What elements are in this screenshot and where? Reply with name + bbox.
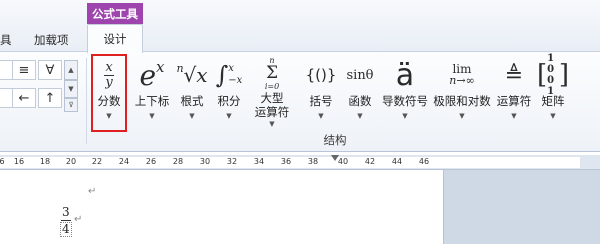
- ruler-tick: 6: [0, 157, 5, 166]
- equation-fraction[interactable]: 3 4: [60, 206, 72, 237]
- ruler-tick: 36: [280, 157, 292, 166]
- ruler-tick: 38: [307, 157, 319, 166]
- integral-button[interactable]: ∫ x −x 积分 ▼: [214, 56, 244, 128]
- symbol-gallery: ≡ ∀ ← ↑ ▲ ▼ ⊽: [0, 58, 84, 126]
- radical-label: 根式: [180, 94, 204, 108]
- gallery-scroll-up[interactable]: ▲: [64, 60, 78, 80]
- integral-icon: ∫ x −x: [215, 61, 243, 89]
- function-label: 函数: [348, 94, 372, 108]
- bracket-label: 括号: [309, 94, 333, 108]
- ruler-tick: 18: [39, 157, 51, 166]
- matrix-button[interactable]: [ 1 00 1 ] 矩阵 ▼: [537, 53, 569, 128]
- chevron-down-icon: ▼: [269, 120, 275, 128]
- ruler-tick: 28: [172, 157, 184, 166]
- script-button[interactable]: ex 上下标 ▼: [131, 56, 173, 128]
- ruler-tick: 22: [91, 157, 103, 166]
- gallery-scroll-down[interactable]: ▼: [64, 80, 78, 98]
- summation-icon: n Σ i=0: [264, 56, 280, 91]
- limit-icon: lim n→∞: [449, 62, 475, 87]
- ruler-tick: 40: [337, 157, 349, 166]
- chevron-down-icon: ▼: [318, 112, 324, 120]
- tab-addins[interactable]: 加载项: [34, 29, 69, 50]
- limit-log-button[interactable]: lim n→∞ 极限和对数 ▼: [431, 56, 493, 128]
- fraction-numerator[interactable]: 3: [62, 206, 70, 219]
- symbol-identical[interactable]: ≡: [12, 60, 36, 80]
- function-button[interactable]: sinθ 函数 ▼: [342, 56, 378, 128]
- accent-label: 导数符号: [382, 94, 428, 108]
- ruler-tick: 34: [253, 157, 265, 166]
- chevron-down-icon: ▼: [226, 112, 232, 120]
- ruler-tick: 46: [418, 157, 430, 166]
- paragraph-mark: ↵: [74, 214, 83, 225]
- large-operator-label: 大型 运算符: [254, 91, 290, 119]
- ribbon-tab-strip: 公式工具 具 加载项 设计: [0, 0, 600, 53]
- bracket-icon: {()}: [305, 66, 337, 84]
- chevron-down-icon: ▼: [511, 112, 517, 120]
- ruler-tick: 20: [65, 157, 77, 166]
- chevron-down-icon: ▼: [189, 112, 195, 120]
- structures-group-label: 结构: [323, 133, 347, 147]
- fraction-denominator[interactable]: 4: [60, 222, 72, 237]
- ruler-tick: 42: [364, 157, 376, 166]
- chevron-down-icon: ▼: [149, 112, 155, 120]
- symbol-up-arrow[interactable]: ↑: [38, 88, 62, 108]
- symbol-for-all[interactable]: ∀: [38, 60, 62, 80]
- integral-label: 积分: [217, 94, 241, 108]
- fraction-highlight-box: [91, 54, 127, 132]
- script-label: 上下标: [134, 94, 170, 108]
- equation-ribbon: ≡ ∀ ← ↑ ▲ ▼ ⊽ x y 分数 ▼ ex 上下标 ▼ n √x 根式 …: [0, 52, 600, 152]
- gallery-more[interactable]: ⊽: [64, 98, 78, 112]
- ruler-tick: 26: [145, 157, 157, 166]
- chevron-down-icon: ▼: [459, 112, 465, 120]
- horizontal-ruler[interactable]: 6 16 18 20 22 24 26 28 30 32 34 36 38 40…: [0, 155, 600, 170]
- accent-icon: ä: [395, 57, 415, 93]
- radical-icon: n √x: [176, 62, 208, 87]
- chevron-down-icon: ▼: [357, 112, 363, 120]
- matrix-icon: [ 1 00 1 ]: [537, 53, 569, 97]
- ruler-tick: 32: [226, 157, 238, 166]
- ruler-tick: 24: [118, 157, 130, 166]
- equation-tools-context-label: 公式工具: [87, 3, 143, 24]
- matrix-label: 矩阵: [541, 94, 565, 108]
- limit-log-label: 极限和对数: [433, 94, 491, 108]
- ruler-tick: 44: [391, 157, 403, 166]
- large-operator-button[interactable]: n Σ i=0 大型 运算符 ▼: [250, 56, 294, 128]
- chevron-down-icon: ▼: [550, 112, 556, 120]
- symbol-left-arrow[interactable]: ←: [12, 88, 36, 108]
- ruler-indent-marker[interactable]: [331, 155, 339, 161]
- operator-button[interactable]: ≜ 运算符 ▼: [494, 56, 534, 128]
- chevron-down-icon: ▼: [402, 112, 408, 120]
- accent-button[interactable]: ä 导数符号 ▼: [380, 56, 430, 128]
- bracket-button[interactable]: {()} 括号 ▼: [303, 56, 339, 128]
- ruler-tick: 30: [199, 157, 211, 166]
- operator-label: 运算符: [496, 94, 532, 108]
- radical-button[interactable]: n √x 根式 ▼: [175, 56, 209, 128]
- ruler-tick: 16: [13, 157, 25, 166]
- tab-partial-left[interactable]: 具: [0, 29, 12, 50]
- function-icon: sinθ: [346, 67, 374, 83]
- operator-icon: ≜: [504, 62, 524, 88]
- paragraph-mark: ↵: [88, 186, 97, 197]
- tab-design[interactable]: 设计: [87, 24, 143, 53]
- script-icon: ex: [139, 58, 165, 92]
